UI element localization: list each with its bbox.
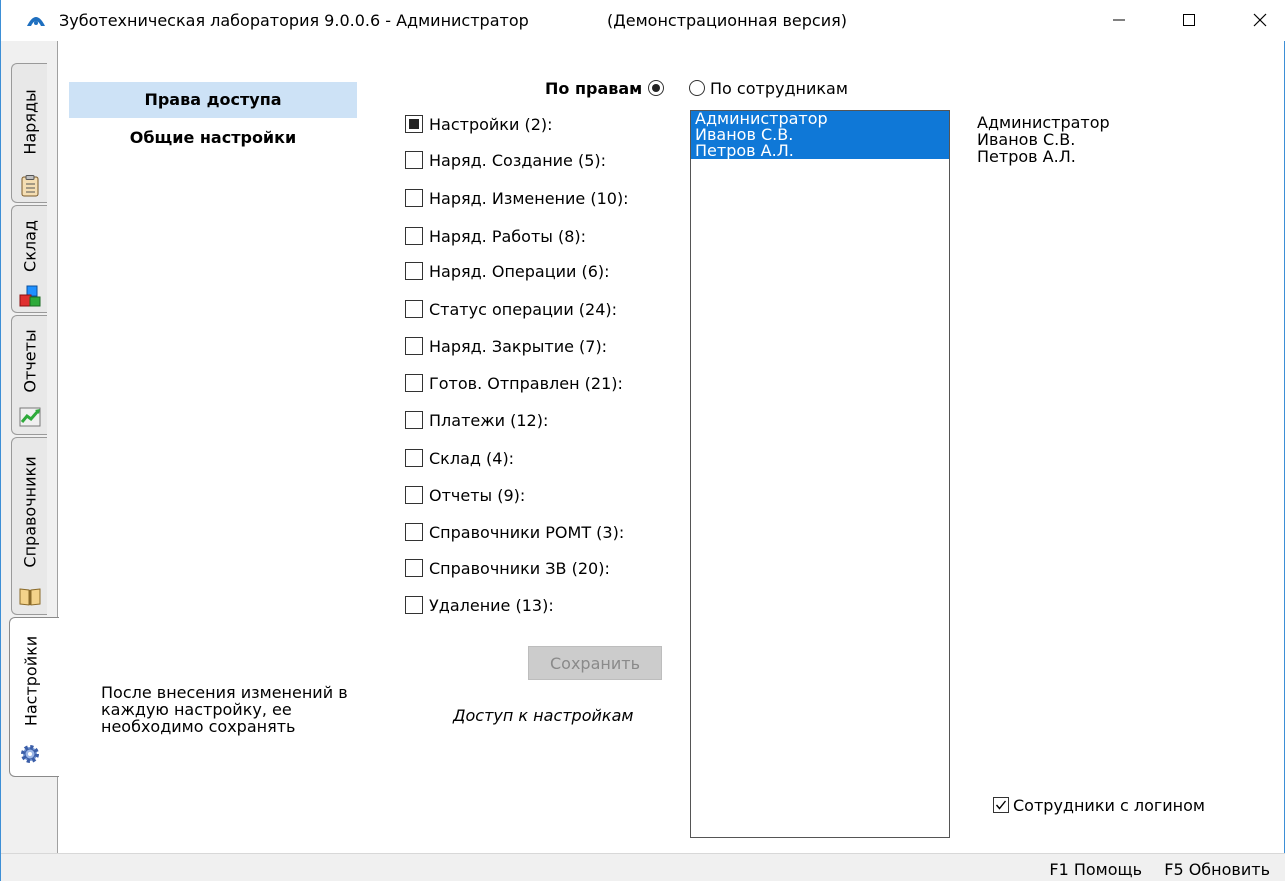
status-shortcuts: F1 Помощь F5 Обновить bbox=[1049, 860, 1270, 879]
right-checkbox-settings[interactable]: Настройки (2): bbox=[405, 111, 553, 137]
right-checkbox-ready-sent[interactable]: Готов. Отправлен (21): bbox=[405, 370, 623, 396]
employee-name: Петров А.Л. bbox=[977, 147, 1076, 166]
right-checkbox-delete[interactable]: Удаление (13): bbox=[405, 592, 554, 618]
tab-references[interactable]: Справочники bbox=[11, 437, 47, 615]
checkbox[interactable] bbox=[993, 797, 1009, 813]
employee-name: Иванов С.В. bbox=[977, 130, 1076, 149]
help-shortcut[interactable]: F1 Помощь bbox=[1049, 860, 1142, 879]
right-checkbox-order-create[interactable]: Наряд. Создание (5): bbox=[405, 147, 606, 173]
partial-check-mark bbox=[409, 119, 419, 129]
access-caption: Доступ к настройкам bbox=[453, 706, 634, 725]
checkbox[interactable] bbox=[405, 337, 423, 355]
right-label: Наряд. Изменение (10): bbox=[429, 188, 629, 208]
logins-only-checkbox[interactable]: Сотрудники с логином bbox=[993, 794, 1205, 816]
employees-list[interactable]: Администратор Иванов С.В. Петров А.Л. bbox=[690, 110, 950, 838]
checkbox[interactable] bbox=[405, 411, 423, 429]
save-hint-note: После внесения изменений в каждую настро… bbox=[101, 683, 348, 736]
right-checkbox-order-edit[interactable]: Наряд. Изменение (10): bbox=[405, 185, 629, 211]
book-icon bbox=[19, 588, 41, 606]
right-checkbox-payments[interactable]: Платежи (12): bbox=[405, 407, 548, 433]
tab-label: Склад bbox=[20, 220, 39, 273]
close-button[interactable] bbox=[1237, 0, 1283, 40]
checkbox[interactable] bbox=[405, 189, 423, 207]
employees-with-right: Администратор Иванов С.В. Петров А.Л. bbox=[977, 114, 1110, 165]
tab-label: Настройки bbox=[21, 636, 41, 727]
checkbox[interactable] bbox=[405, 559, 423, 577]
radio-dot bbox=[652, 84, 661, 92]
refresh-shortcut[interactable]: F5 Обновить bbox=[1164, 860, 1270, 879]
checkbox[interactable] bbox=[405, 523, 423, 541]
employee-name: Администратор bbox=[977, 113, 1110, 132]
right-checkbox-operation-status[interactable]: Статус операции (24): bbox=[405, 296, 617, 322]
right-label: Справочники РОМТ (3): bbox=[429, 522, 625, 542]
tab-reports[interactable]: Отчеты bbox=[11, 315, 47, 435]
demo-version-label: (Демонстрационная версия) bbox=[607, 11, 847, 30]
radio-by-employees-control[interactable] bbox=[689, 80, 705, 96]
radio-by-employees-label: По сотрудникам bbox=[710, 78, 848, 98]
checkbox[interactable] bbox=[405, 262, 423, 280]
right-checkbox-reports[interactable]: Отчеты (9): bbox=[405, 482, 525, 508]
right-checkbox-order-works[interactable]: Наряд. Работы (8): bbox=[405, 223, 586, 249]
gear-icon bbox=[21, 745, 39, 763]
minimize-icon bbox=[1113, 19, 1125, 21]
maximize-button[interactable] bbox=[1166, 0, 1212, 40]
tab-orders[interactable]: Наряды bbox=[11, 63, 47, 203]
checkbox[interactable] bbox=[405, 449, 423, 467]
right-label: Платежи (12): bbox=[429, 410, 549, 430]
check-icon bbox=[995, 800, 1007, 810]
title-bar[interactable]: Зуботехническая лаборатория 9.0.0.6 - Ад… bbox=[1, 0, 1285, 41]
blocks-icon bbox=[19, 285, 41, 307]
radio-by-employees[interactable]: По сотрудникам bbox=[689, 76, 848, 100]
clipboard-icon bbox=[21, 175, 39, 197]
right-label: Склад (4): bbox=[429, 448, 515, 468]
tab-label: Наряды bbox=[20, 89, 39, 155]
close-icon bbox=[1253, 13, 1267, 27]
maximize-icon bbox=[1183, 14, 1195, 26]
checkbox[interactable] bbox=[405, 596, 423, 614]
tab-label: Отчеты bbox=[20, 329, 39, 393]
right-checkbox-refs-romt[interactable]: Справочники РОМТ (3): bbox=[405, 519, 624, 545]
window-title: Зуботехническая лаборатория 9.0.0.6 - Ад… bbox=[59, 11, 529, 30]
tab-label: Справочники bbox=[20, 456, 39, 568]
right-checkbox-refs-zv[interactable]: Справочники ЗВ (20): bbox=[405, 555, 610, 581]
checkbox[interactable] bbox=[405, 151, 423, 169]
nav-access-rights[interactable]: Права доступа bbox=[69, 82, 357, 118]
status-bar: F1 Помощь F5 Обновить bbox=[1, 853, 1285, 881]
radio-by-rights-control[interactable] bbox=[648, 80, 665, 96]
chart-trend-icon bbox=[19, 407, 41, 427]
right-label: Наряд. Закрытие (7): bbox=[429, 336, 608, 356]
tab-warehouse[interactable]: Склад bbox=[11, 205, 47, 313]
checkbox[interactable] bbox=[405, 486, 423, 504]
logins-only-label: Сотрудники с логином bbox=[1013, 795, 1205, 815]
right-label: Готов. Отправлен (21): bbox=[429, 373, 623, 393]
checkbox[interactable] bbox=[405, 227, 423, 245]
vertical-tab-strip: Наряды Склад Отчеты Справочники Настройк… bbox=[1, 41, 59, 853]
checkbox[interactable] bbox=[405, 115, 423, 133]
right-label: Отчеты (9): bbox=[429, 485, 526, 505]
right-label: Наряд. Создание (5): bbox=[429, 150, 607, 170]
radio-by-rights-label: По правам bbox=[545, 78, 643, 98]
right-label: Статус операции (24): bbox=[429, 299, 618, 319]
right-label: Справочники ЗВ (20): bbox=[429, 558, 610, 578]
right-label: Удаление (13): bbox=[429, 595, 554, 615]
tab-settings[interactable]: Настройки bbox=[9, 617, 59, 777]
right-label: Наряд. Операции (6): bbox=[429, 261, 610, 281]
right-label: Настройки (2): bbox=[429, 114, 553, 134]
minimize-button[interactable] bbox=[1096, 0, 1142, 40]
app-logo-icon bbox=[27, 17, 45, 26]
right-label: Наряд. Работы (8): bbox=[429, 226, 587, 246]
right-checkbox-order-close[interactable]: Наряд. Закрытие (7): bbox=[405, 333, 607, 359]
right-checkbox-order-operations[interactable]: Наряд. Операции (6): bbox=[405, 258, 610, 284]
right-checkbox-warehouse[interactable]: Склад (4): bbox=[405, 445, 514, 471]
app-window: Зуботехническая лаборатория 9.0.0.6 - Ад… bbox=[0, 0, 1285, 881]
checkbox[interactable] bbox=[405, 374, 423, 392]
checkbox[interactable] bbox=[405, 300, 423, 318]
save-button[interactable]: Сохранить bbox=[528, 646, 662, 680]
employee-list-item[interactable]: Петров А.Л. bbox=[691, 143, 949, 159]
nav-general-settings[interactable]: Общие настройки bbox=[69, 120, 357, 156]
radio-by-rights[interactable]: По правам bbox=[545, 76, 665, 100]
